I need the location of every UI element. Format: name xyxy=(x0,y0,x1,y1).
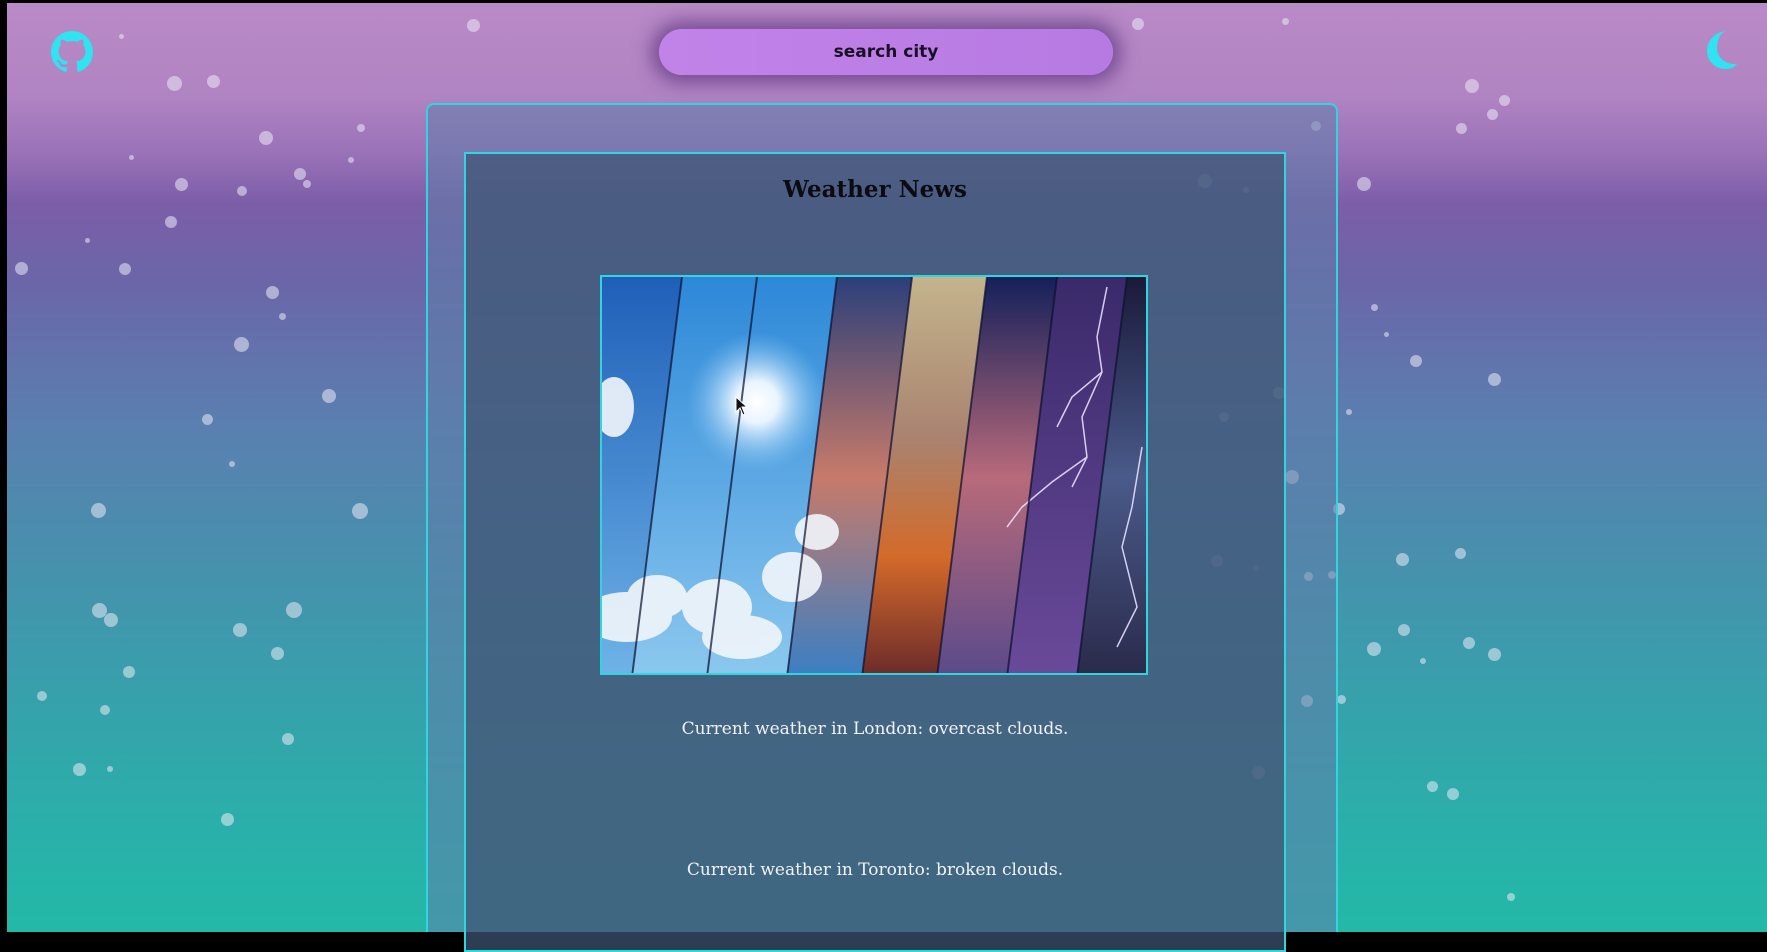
snowflake xyxy=(100,705,110,715)
snowflake xyxy=(37,691,47,701)
snowflake xyxy=(279,313,286,320)
snowflake xyxy=(1447,788,1459,800)
snowflake xyxy=(467,19,480,32)
snowflake xyxy=(259,131,273,145)
snowflake xyxy=(165,216,177,228)
snowflake xyxy=(1465,79,1479,93)
snowflake xyxy=(1282,18,1289,25)
snowflake xyxy=(282,733,294,745)
snowflake xyxy=(104,613,118,627)
snowflake xyxy=(1357,177,1371,191)
snowflake xyxy=(1488,373,1501,386)
news-card: Weather News Current weather in London: … xyxy=(464,152,1286,952)
news-item-toronto: Current weather in Toronto: broken cloud… xyxy=(686,860,1064,880)
snowflake xyxy=(286,602,302,618)
snowflake xyxy=(303,180,311,188)
snowflake xyxy=(357,124,365,132)
snowflake xyxy=(1507,893,1515,901)
snowflake xyxy=(167,76,182,91)
snowflake xyxy=(1371,304,1378,311)
snowflake xyxy=(1396,553,1409,566)
snowflake xyxy=(1398,624,1410,636)
snowflake xyxy=(107,766,113,772)
snowflake xyxy=(129,155,134,160)
snowflake xyxy=(266,286,279,299)
snowflake xyxy=(352,503,368,519)
snowflake xyxy=(207,75,220,88)
snowflake xyxy=(1367,642,1381,656)
snowflake xyxy=(322,389,336,403)
github-link[interactable] xyxy=(51,31,93,73)
snowflake xyxy=(175,178,188,191)
snowflake xyxy=(91,503,106,518)
snowflake xyxy=(237,186,247,196)
snowflake xyxy=(348,157,354,163)
snowflake xyxy=(1420,658,1426,664)
snowflake xyxy=(221,813,234,826)
snowflake xyxy=(1487,109,1498,120)
snowflake xyxy=(1456,123,1467,134)
snowflake xyxy=(1499,95,1510,106)
weather-collage-image xyxy=(600,275,1148,675)
theme-toggle-button[interactable] xyxy=(1701,29,1739,71)
snowflake xyxy=(229,461,235,467)
snowflake xyxy=(1132,18,1144,30)
snowflake xyxy=(294,168,306,180)
snowflake xyxy=(234,337,249,352)
news-title: Weather News xyxy=(783,176,967,203)
snowflake xyxy=(1337,695,1346,704)
github-icon xyxy=(51,31,93,72)
snowflake xyxy=(271,647,284,660)
snowflake xyxy=(119,263,131,275)
snowflake xyxy=(1346,409,1352,415)
snowflake xyxy=(73,763,86,776)
snowflake xyxy=(1488,648,1501,661)
snowflake xyxy=(85,238,90,243)
snowflake xyxy=(1410,355,1422,367)
news-item-london: Current weather in London: overcast clou… xyxy=(681,719,1069,739)
snowflake xyxy=(123,666,135,678)
snowflake xyxy=(233,623,247,637)
snowflake xyxy=(1463,637,1475,649)
snowflake xyxy=(1427,781,1438,792)
search-input[interactable] xyxy=(659,29,1113,75)
snowflake xyxy=(202,414,213,425)
snowflake xyxy=(119,34,124,39)
snowflake xyxy=(15,262,28,275)
moon-icon xyxy=(1707,31,1737,69)
snowflake xyxy=(1455,548,1466,559)
snowflake xyxy=(1384,332,1389,337)
